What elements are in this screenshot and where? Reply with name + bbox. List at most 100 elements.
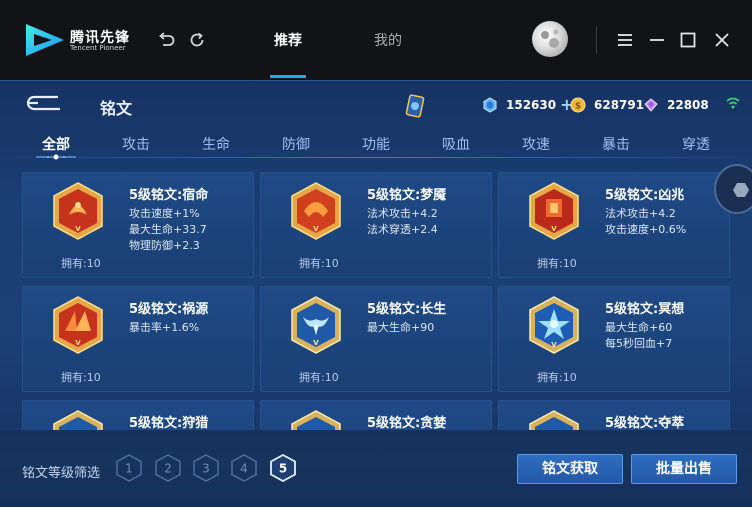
inscription-badge-blue-icon [529, 410, 579, 430]
back-arrow-icon[interactable] [24, 94, 64, 112]
tab-recommend[interactable]: 推荐 [274, 30, 302, 50]
inscription-stat: 法术攻击+4.2 [367, 207, 438, 220]
bulk-sell-button[interactable]: 批量出售 [631, 454, 737, 484]
inscription-stat: 攻击速度+0.6% [605, 223, 687, 236]
tab-all[interactable]: 全部 [42, 134, 70, 154]
level-filter-2[interactable]: 2 [155, 454, 181, 482]
maximize-icon[interactable] [678, 30, 698, 50]
inscription-name: 5级铭文:梦魇 [367, 188, 447, 203]
inscription-panel: 铭文 152630 + $ 628791 22808 全部 攻击 生命 防御 功… [0, 80, 752, 507]
svg-text:V: V [313, 339, 319, 347]
inscription-badge-red-icon: V [529, 182, 579, 240]
obtain-inscription-button[interactable]: 铭文获取 [517, 454, 623, 484]
tab-attack-speed[interactable]: 攻速 [522, 134, 550, 154]
svg-text:V: V [75, 339, 81, 347]
owned-count: 拥有:10 [299, 371, 339, 384]
level-filter-3[interactable]: 3 [193, 454, 219, 482]
close-icon[interactable] [712, 30, 732, 50]
level-filter-1[interactable]: 1 [116, 454, 142, 482]
inscription-stat: 最大生命+60 [605, 321, 673, 334]
tabs-divider [16, 157, 736, 158]
svg-text:4: 4 [240, 462, 248, 476]
gold-coin-icon: $ [570, 97, 586, 113]
inscription-stat: 暴击率+1.6% [129, 321, 200, 334]
tab-crit[interactable]: 暴击 [602, 134, 630, 154]
level-filter-5[interactable]: 5 [270, 454, 296, 482]
inscription-stat: 最大生命+33.7 [129, 223, 207, 236]
inscription-name: 5级铭文:长生 [367, 302, 447, 317]
menu-icon[interactable] [615, 30, 635, 50]
inscription-stat: 法术攻击+4.2 [605, 207, 676, 220]
diamond-icon [644, 98, 658, 112]
svg-text:3: 3 [202, 462, 210, 476]
tab-mine[interactable]: 我的 [374, 30, 402, 50]
titlebar-divider [596, 27, 597, 53]
category-tabs: 全部 攻击 生命 防御 功能 吸血 攻速 暴击 穿透 [0, 132, 752, 158]
tab-penetration[interactable]: 穿透 [682, 134, 710, 154]
avatar[interactable] [532, 21, 568, 57]
app-logo: 腾讯先锋 Tencent Pioneer [24, 22, 134, 58]
inscription-stat: 物理防御+2.3 [129, 239, 200, 252]
inscription-card[interactable]: V 5级铭文:长生 最大生命+90 拥有:10 [260, 286, 492, 392]
crystal-amount: 152630 [506, 98, 557, 112]
tab-health[interactable]: 生命 [202, 134, 230, 154]
undo-icon[interactable] [156, 30, 176, 50]
signal-icon [726, 97, 740, 109]
tab-lifesteal[interactable]: 吸血 [442, 134, 470, 154]
svg-text:1: 1 [125, 462, 133, 476]
nav-active-indicator [270, 75, 306, 78]
owned-count: 拥有:10 [61, 371, 101, 384]
inscription-name: 5级铭文:宿命 [129, 188, 209, 203]
inscription-card[interactable]: 5级铭文:狩猎 [22, 400, 254, 430]
level-filter-label: 铭文等级筛选 [22, 466, 101, 481]
inscription-stat: 法术穿透+2.4 [367, 223, 438, 236]
inscription-badge-blue-icon: V [291, 296, 341, 354]
panel-header: 铭文 152630 + $ 628791 22808 [0, 80, 752, 128]
owned-count: 拥有:10 [61, 257, 101, 270]
tab-utility[interactable]: 功能 [362, 134, 390, 154]
inscription-name: 5级铭文:祸源 [129, 302, 209, 317]
page-title: 铭文 [100, 99, 133, 118]
refresh-icon[interactable] [187, 30, 207, 50]
hexagon-icon [733, 183, 749, 197]
inscription-badge-red-icon: V [53, 296, 103, 354]
inscription-card[interactable]: V 5级铭文:梦魇 法术攻击+4.2 法术穿透+2.4 拥有:10 [260, 172, 492, 278]
svg-text:5: 5 [279, 462, 287, 476]
inscription-stat: 攻击速度+1% [129, 207, 200, 220]
inscription-badge-red-icon: V [291, 182, 341, 240]
inscription-card[interactable]: 5级铭文:贪婪 [260, 400, 492, 430]
inscription-card[interactable]: V 5级铭文:宿命 攻击速度+1% 最大生命+33.7 物理防御+2.3 拥有:… [22, 172, 254, 278]
svg-text:V: V [75, 225, 81, 233]
tab-attack[interactable]: 攻击 [122, 134, 150, 154]
minimize-icon[interactable] [647, 30, 667, 50]
inscription-badge-red-icon: V [53, 182, 103, 240]
inscription-badge-blue-icon: V [529, 296, 579, 354]
owned-count: 拥有:10 [537, 371, 577, 384]
tab-defense[interactable]: 防御 [282, 134, 310, 154]
inscription-badge-blue-icon [291, 410, 341, 430]
inscription-card[interactable]: V 5级铭文:冥想 最大生命+60 每5秒回血+7 拥有:10 [498, 286, 730, 392]
crystal-icon [483, 97, 497, 113]
inscription-badge-blue-icon [53, 410, 103, 430]
inscription-name: 5级铭文:狩猎 [129, 416, 209, 430]
svg-text:V: V [551, 225, 557, 233]
title-bar: 腾讯先锋 Tencent Pioneer 推荐 我的 [0, 0, 752, 80]
currency-crystal: 152630 + [482, 96, 574, 114]
inscription-name: 5级铭文:夺萃 [605, 416, 685, 430]
inscription-grid: V 5级铭文:宿命 攻击速度+1% 最大生命+33.7 物理防御+2.3 拥有:… [18, 172, 734, 430]
owned-count: 拥有:10 [537, 257, 577, 270]
inscription-card[interactable]: V 5级铭文:祸源 暴击率+1.6% 拥有:10 [22, 286, 254, 392]
inscription-stat: 最大生命+90 [367, 321, 435, 334]
inscription-card[interactable]: V 5级铭文:凶兆 法术攻击+4.2 攻击速度+0.6% 拥有:10 [498, 172, 730, 278]
inscription-card-icon[interactable] [404, 94, 426, 120]
currency-gold: $ 628791 [570, 96, 644, 114]
svg-text:V: V [551, 341, 557, 349]
inscription-name: 5级铭文:冥想 [605, 302, 685, 317]
currency-diamond: 22808 [643, 96, 709, 114]
app-window: 腾讯先锋 Tencent Pioneer 推荐 我的 铭文 152630 + $… [0, 0, 752, 507]
level-filter-4[interactable]: 4 [231, 454, 257, 482]
brand-subtitle: Tencent Pioneer [70, 44, 126, 52]
active-tab-indicator [36, 154, 76, 160]
inscription-card[interactable]: 5级铭文:夺萃 [498, 400, 730, 430]
side-float-button[interactable] [714, 164, 752, 214]
